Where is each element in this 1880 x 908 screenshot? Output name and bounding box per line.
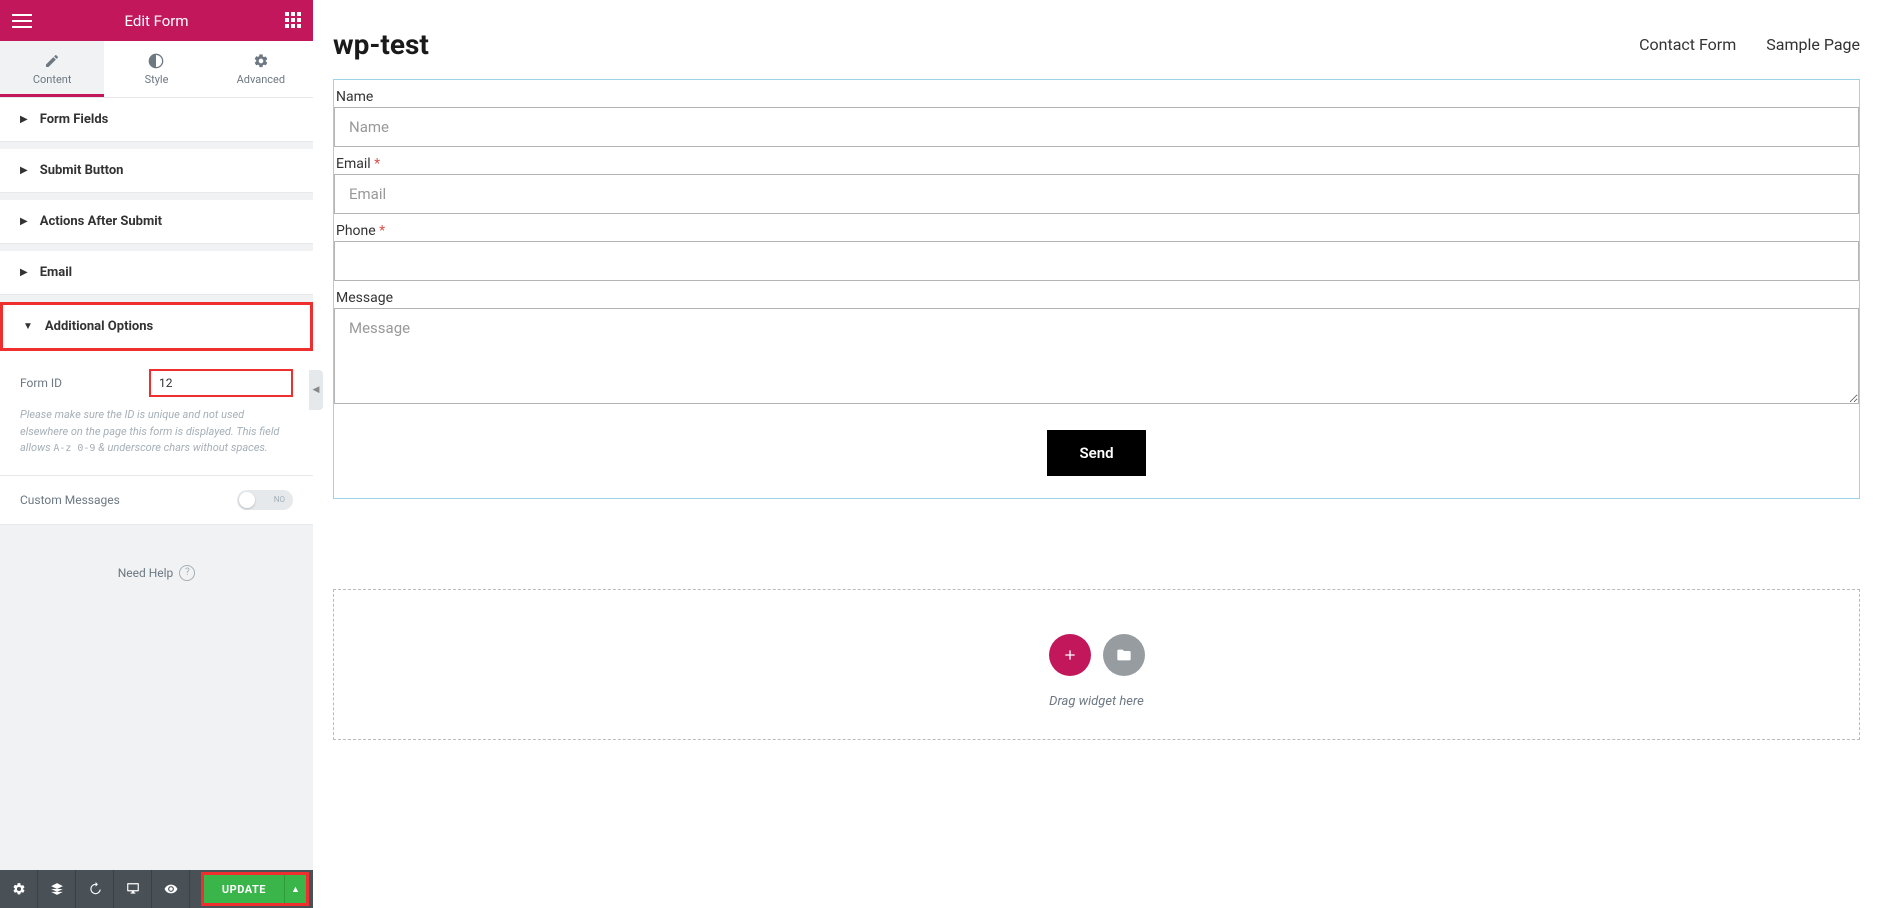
tab-label: Content	[33, 73, 72, 86]
sidebar-header: Edit Form	[0, 0, 313, 41]
field-phone: Phone *	[334, 214, 1859, 281]
responsive-icon[interactable]	[114, 870, 152, 908]
tab-label: Advanced	[237, 73, 285, 86]
section-form-fields[interactable]: ▶ Form Fields	[0, 98, 313, 142]
add-template-button[interactable]	[1103, 634, 1145, 676]
form-widget[interactable]: Name Email * Phone * Message Send	[333, 79, 1860, 499]
tab-advanced[interactable]: Advanced	[209, 41, 313, 97]
caret-right-icon: ▶	[20, 114, 28, 125]
form-id-help: Please make sure the ID is unique and no…	[20, 407, 293, 457]
folder-icon	[1116, 647, 1132, 663]
section-email[interactable]: ▶ Email	[0, 251, 313, 295]
tab-label: Style	[145, 73, 169, 86]
nav-link-sample-page[interactable]: Sample Page	[1766, 35, 1860, 54]
submit-row: Send	[334, 408, 1859, 498]
caret-right-icon: ▶	[20, 216, 28, 227]
editor-tabs: Content Style Advanced	[0, 41, 313, 98]
required-mark: *	[379, 223, 385, 239]
drop-hint: Drag widget here	[334, 694, 1859, 709]
settings-icon[interactable]	[0, 870, 38, 908]
field-label-message: Message	[334, 285, 1859, 308]
send-button[interactable]: Send	[1047, 430, 1145, 476]
update-button[interactable]: UPDATE	[204, 875, 284, 903]
caret-down-icon: ▼	[23, 321, 33, 332]
sidebar-title: Edit Form	[124, 12, 188, 30]
message-input[interactable]	[334, 308, 1859, 404]
field-message: Message	[334, 281, 1859, 408]
section-label: Email	[40, 265, 72, 280]
nav-link-contact-form[interactable]: Contact Form	[1639, 35, 1736, 54]
caret-right-icon: ▶	[20, 267, 28, 278]
custom-messages-label: Custom Messages	[20, 493, 120, 507]
update-button-wrap: UPDATE ▲	[201, 872, 309, 906]
nav-menu: Contact Form Sample Page	[1639, 35, 1860, 54]
form-id-input[interactable]	[149, 369, 293, 397]
collapse-sidebar-handle[interactable]: ◀	[309, 370, 323, 410]
section-label: Submit Button	[40, 163, 124, 178]
form-id-label: Form ID	[20, 376, 62, 390]
section-additional-options[interactable]: ▼ Additional Options	[0, 302, 313, 351]
field-label-email: Email *	[334, 151, 1859, 174]
widgets-grid-icon[interactable]	[285, 12, 301, 28]
phone-input[interactable]	[334, 241, 1859, 281]
field-label-phone: Phone *	[334, 218, 1859, 241]
toggle-state: NO	[274, 495, 285, 504]
editor-sidebar: Edit Form Content Style Advanced ▶ Form …	[0, 0, 313, 908]
sidebar-footer: UPDATE ▲	[0, 870, 313, 908]
history-icon[interactable]	[76, 870, 114, 908]
field-label-name: Name	[334, 84, 1859, 107]
custom-messages-toggle[interactable]: NO	[237, 490, 293, 510]
section-label: Additional Options	[45, 319, 153, 334]
email-input[interactable]	[334, 174, 1859, 214]
name-input[interactable]	[334, 107, 1859, 147]
section-actions-after-submit[interactable]: ▶ Actions After Submit	[0, 200, 313, 244]
pencil-icon	[0, 53, 104, 69]
caret-right-icon: ▶	[20, 165, 28, 176]
gear-icon	[209, 53, 313, 69]
navigator-icon[interactable]	[38, 870, 76, 908]
required-mark: *	[374, 156, 380, 172]
tab-style[interactable]: Style	[104, 41, 208, 97]
custom-messages-row: Custom Messages NO	[0, 476, 313, 525]
section-submit-button[interactable]: ▶ Submit Button	[0, 149, 313, 193]
field-email: Email *	[334, 147, 1859, 214]
update-options-button[interactable]: ▲	[284, 875, 306, 903]
preview-area: wp-test Contact Form Sample Page Name Em…	[313, 0, 1880, 908]
section-label: Actions After Submit	[40, 214, 162, 229]
add-section-button[interactable]	[1049, 634, 1091, 676]
toggle-knob	[239, 492, 255, 508]
help-icon: ?	[179, 565, 195, 581]
field-name: Name	[334, 80, 1859, 147]
preview-icon[interactable]	[152, 870, 190, 908]
need-help-label: Need Help	[118, 566, 174, 580]
drop-zone[interactable]: Drag widget here	[333, 589, 1860, 740]
plus-icon	[1062, 647, 1078, 663]
contrast-icon	[104, 53, 208, 69]
site-title: wp-test	[333, 28, 429, 61]
tab-content[interactable]: Content	[0, 41, 104, 97]
site-header: wp-test Contact Form Sample Page	[333, 0, 1860, 79]
menu-icon[interactable]	[12, 10, 32, 32]
form-id-row: Form ID	[20, 369, 293, 397]
section-label: Form Fields	[40, 112, 109, 127]
need-help-link[interactable]: Need Help ?	[0, 525, 313, 621]
drop-zone-actions	[334, 634, 1859, 676]
additional-options-body: Form ID Please make sure the ID is uniqu…	[0, 351, 313, 476]
